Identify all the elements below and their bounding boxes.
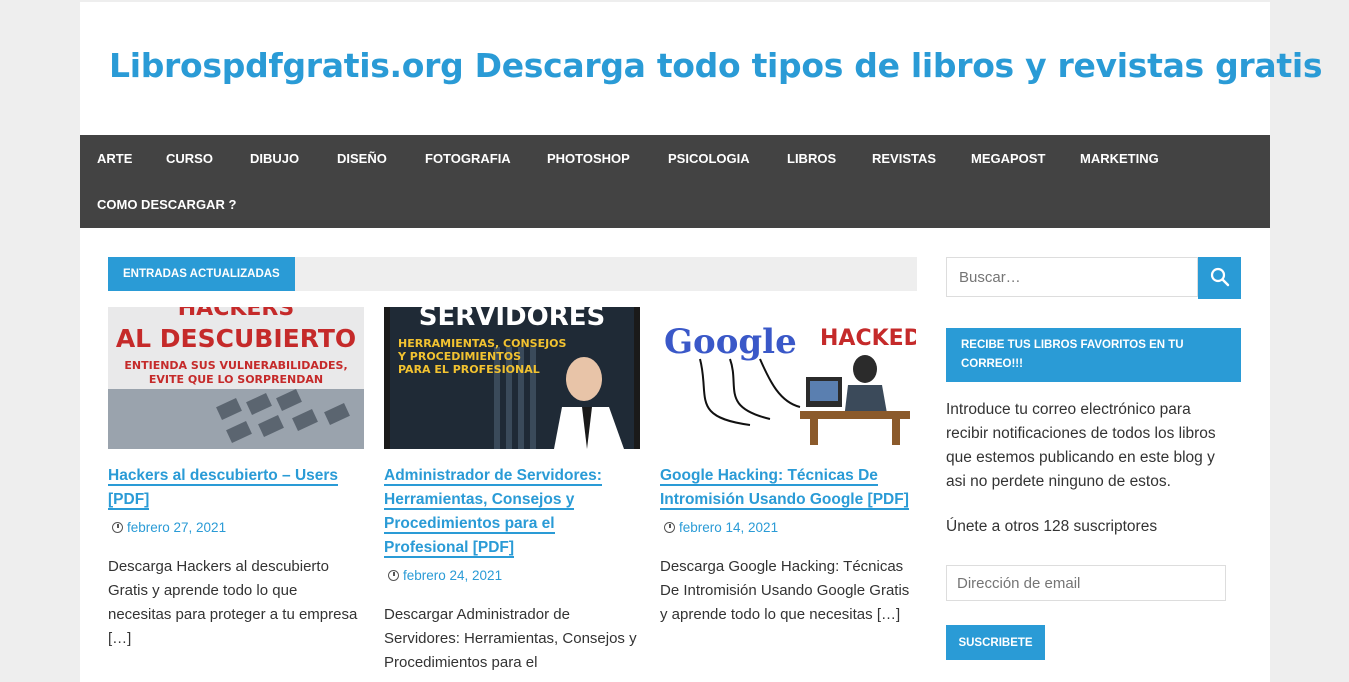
search-icon (1210, 267, 1229, 286)
nav-item-libros[interactable]: LIBROS (787, 151, 836, 166)
nav-item-dibujo[interactable]: DIBUJO (250, 151, 299, 166)
section-header: ENTRADAS ACTUALIZADAS (108, 257, 917, 291)
cover-text-line: AL DESCUBIERTO (116, 324, 356, 353)
post-title-link[interactable]: Hackers al descubierto – Users [PDF] (108, 464, 364, 512)
cover-text-line: SERVIDORES (419, 307, 606, 332)
cover-text-line: ENTIENDA SUS VULNERABILIDADES, (124, 359, 347, 372)
widget-title: RECIBE TUS LIBROS FAVORITOS EN TU CORREO… (946, 328, 1241, 382)
cover-text-line: EVITE QUE LO SORPRENDAN (149, 373, 323, 386)
subscribe-button[interactable]: SUSCRIBETE (946, 625, 1045, 660)
post-title-link[interactable]: Google Hacking: Técnicas De Intromisión … (660, 464, 916, 512)
nav-item-fotografia[interactable]: FOTOGRAFIA (425, 151, 511, 166)
post-thumbnail[interactable]: HACKERS AL DESCUBIERTO ENTIENDA SUS VULN… (108, 307, 364, 449)
site-title[interactable]: Librospdfgratis.org Descarga todo tipos … (109, 46, 1322, 85)
search-input[interactable] (946, 257, 1198, 297)
nav-item-arte[interactable]: ARTE (97, 151, 132, 166)
cover-text-line: Google (664, 322, 797, 362)
nav-item-curso[interactable]: CURSO (166, 151, 213, 166)
post-thumbnail[interactable]: SERVIDORES HERRAMIENTAS, CONSEJOS Y PROC… (384, 307, 640, 449)
cover-text-line: PARA EL PROFESIONAL (398, 363, 540, 376)
nav-item-megapost[interactable]: MEGAPOST (971, 151, 1045, 166)
google-hacked-cover-image: Google HACKED (660, 307, 916, 449)
post-card: SERVIDORES HERRAMIENTAS, CONSEJOS Y PROC… (384, 307, 640, 671)
nav-item-diseno[interactable]: DISEÑO (337, 151, 387, 166)
page-container: Librospdfgratis.org Descarga todo tipos … (80, 2, 1322, 682)
subscriber-count: Únete a otros 128 suscriptores (946, 518, 1158, 535)
nav-item-photoshop[interactable]: PHOTOSHOP (547, 151, 630, 166)
post-date[interactable]: febrero 24, 2021 (388, 568, 502, 583)
nav-item-psicologia[interactable]: PSICOLOGIA (668, 151, 750, 166)
cover-text-line: HACKED (820, 326, 916, 351)
post-date[interactable]: febrero 14, 2021 (664, 520, 778, 535)
post-excerpt: Descargar Administrador de Servidores: H… (384, 606, 637, 671)
post-excerpt: Descarga Google Hacking: Técnicas De Int… (660, 558, 910, 623)
post-thumbnail[interactable]: Google HACKED (660, 307, 916, 449)
clock-icon (664, 522, 675, 533)
servidores-cover-image: SERVIDORES HERRAMIENTAS, CONSEJOS Y PROC… (384, 307, 640, 449)
post-card: Google HACKED Google Hacking: Técnicas D… (660, 307, 916, 667)
clock-icon (112, 522, 123, 533)
cover-text-line: Y PROCEDIMIENTOS (397, 350, 521, 363)
email-field[interactable] (946, 565, 1226, 601)
post-card: HACKERS AL DESCUBIERTO ENTIENDA SUS VULN… (108, 307, 364, 667)
widget-description: Introduce tu correo electrónico para rec… (946, 401, 1216, 490)
cover-text-line: HACKERS (178, 307, 294, 321)
clock-icon (388, 570, 399, 581)
post-title-link[interactable]: Administrador de Servidores: Herramienta… (384, 464, 640, 560)
main-nav: ARTE CURSO DIBUJO DISEÑO FOTOGRAFIA PHOT… (80, 135, 1270, 228)
nav-item-como-descargar[interactable]: COMO DESCARGAR ? (97, 197, 236, 212)
nav-item-marketing[interactable]: MARKETING (1080, 151, 1159, 166)
cover-text-line: HERRAMIENTAS, CONSEJOS (398, 337, 567, 350)
hackers-cover-image: HACKERS AL DESCUBIERTO ENTIENDA SUS VULN… (108, 307, 364, 449)
search-form (946, 257, 1241, 299)
post-excerpt: Descarga Hackers al descubierto Gratis y… (108, 558, 358, 647)
post-date[interactable]: febrero 27, 2021 (112, 520, 226, 535)
section-label: ENTRADAS ACTUALIZADAS (108, 257, 295, 291)
nav-item-revistas[interactable]: REVISTAS (872, 151, 936, 166)
search-button[interactable] (1198, 257, 1241, 299)
